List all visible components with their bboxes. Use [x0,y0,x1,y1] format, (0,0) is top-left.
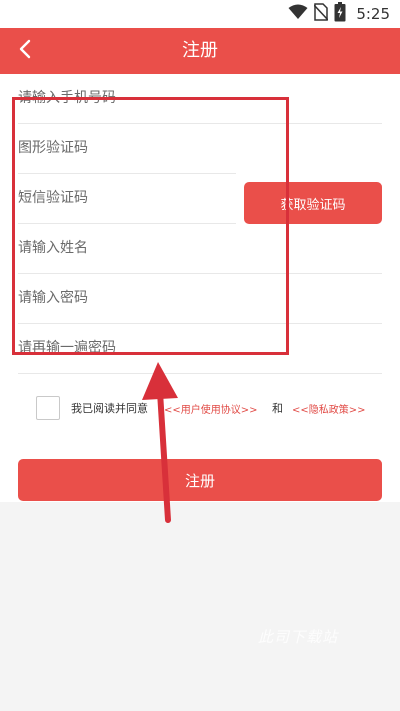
agreement-prefix: 我已阅读并同意 [71,402,148,415]
page-title: 注册 [182,40,218,61]
captcha-field-row [18,124,236,174]
register-button[interactable]: 注册 [18,459,382,501]
watermark: 此司下载站 [258,628,339,646]
password-input[interactable] [18,274,382,322]
agreement-and: 和 [272,402,283,415]
confirm-password-field-row [18,324,382,374]
app-bar: 注册 [0,28,400,74]
status-time: 5:25 [356,5,390,23]
no-sim-icon [313,3,329,25]
captcha-input[interactable] [18,124,236,172]
status-icons: 5:25 [288,2,390,26]
password-field-row [18,274,382,324]
register-form: 获取验证码 我已阅读并同意 <<用户使用协议>> 和 <<隐私政策>> 注册 [0,74,400,502]
privacy-policy-link[interactable]: <<隐私政策>> [292,401,366,416]
status-bar: 5:25 [0,0,400,28]
phone-field-row [18,74,382,124]
agreement-checkbox[interactable] [36,396,60,420]
sms-code-input[interactable] [18,174,236,222]
wifi-icon [288,4,308,24]
user-agreement-link[interactable]: <<用户使用协议>> [164,401,258,416]
battery-charging-icon [334,2,346,26]
name-input[interactable] [18,224,382,272]
sms-code-field-row [18,174,236,224]
phone-input[interactable] [18,74,382,122]
get-code-button[interactable]: 获取验证码 [244,182,382,224]
confirm-password-input[interactable] [18,324,382,372]
name-field-row [18,224,382,274]
